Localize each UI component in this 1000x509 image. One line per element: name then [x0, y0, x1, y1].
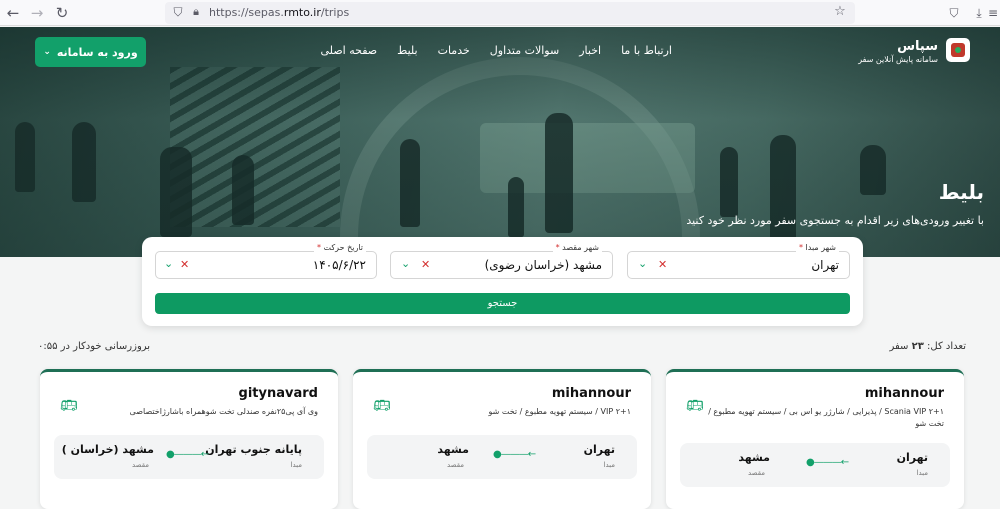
trip-route: تهران مبدا ●———← مشهد مقصد	[680, 443, 950, 487]
nav-item-faq[interactable]: سوالات متداول	[490, 44, 559, 57]
destination-city-label: شهر مقصد *	[552, 243, 602, 252]
search-form: شهر مبدا * تهران ✕ ⌄ شهر مقصد * مشهد (خر…	[142, 237, 863, 326]
auto-refresh-timer: بروزرسانی خودکار در ۰:۵۵	[38, 341, 151, 352]
trip-origin-label: مبدا	[603, 461, 615, 469]
trip-description: Scania VIP ۲+۱ / پذیرایی / شارژر یو اس ب…	[708, 407, 944, 428]
route-arrow-icon: ●———←	[806, 457, 849, 468]
departure-date-label: تاریخ حرکت *	[313, 243, 366, 252]
route-arrow-icon: ●———←	[166, 449, 209, 460]
trip-card[interactable]: mihannour 🚌︎ Scania VIP ۲+۱ / پذیرایی / …	[666, 369, 964, 509]
pocket-icon[interactable]: ⛉	[945, 4, 963, 22]
login-button-label: ورود به سامانه	[56, 45, 138, 59]
chevron-down-icon: ⌄	[43, 47, 51, 57]
trip-company: gitynavard	[238, 386, 318, 401]
trip-destination: مشهد	[738, 451, 770, 464]
clear-origin-icon[interactable]: ✕	[658, 258, 667, 271]
download-icon[interactable]: ⤓	[970, 4, 988, 22]
reload-icon[interactable]: ↻	[53, 4, 71, 22]
address-bar[interactable]: ⛉ 🔒︎ https://sepas.rmto.ir/trips ☆	[165, 2, 855, 24]
bookmark-star-icon[interactable]: ☆	[831, 3, 849, 21]
site-logo[interactable]	[946, 38, 970, 62]
trip-destination-label: مقصد	[747, 469, 765, 477]
nav-item-home[interactable]: صفحه اصلی	[321, 44, 378, 57]
departure-date-picker[interactable]: تاریخ حرکت * ۱۴۰۵/۶/۲۲ ✕ ⌄	[155, 243, 377, 279]
nav-item-ticket[interactable]: بلیط	[397, 44, 417, 57]
trip-destination-label: مقصد	[131, 461, 149, 469]
brand-subtitle: سامانه پایش آنلاین سفر	[858, 55, 938, 64]
nav-item-news[interactable]: اخبار	[579, 44, 601, 57]
trip-description: VIP ۲+۱ / سیستم تهویه مطبوع / تخت شو	[488, 407, 632, 416]
back-arrow-icon[interactable]: ←	[4, 4, 22, 22]
url-domain: rmto.ir	[283, 6, 321, 19]
result-count-value: ۲۳	[911, 341, 924, 352]
trip-origin-label: مبدا	[290, 461, 302, 469]
chevron-down-icon[interactable]: ⌄	[164, 257, 173, 270]
destination-label-text: شهر مقصد	[562, 243, 599, 252]
required-mark: *	[798, 243, 803, 252]
login-button[interactable]: ورود به سامانه ⌄	[35, 37, 146, 67]
url-path: /trips	[320, 6, 350, 19]
route-arrow-icon: ●———←	[493, 449, 536, 460]
url-prefix: https://sepas.	[209, 6, 284, 19]
trip-description: وی آی پی۲۵نفره صندلی تخت شوهمراه باشارژا…	[129, 407, 318, 416]
url-text: https://sepas.rmto.ir/trips	[209, 6, 349, 19]
trip-card[interactable]: gitynavard 🚌︎ وی آی پی۲۵نفره صندلی تخت ش…	[40, 369, 338, 509]
trip-company: mihannour	[864, 386, 944, 401]
search-button[interactable]: جستجو	[155, 293, 850, 314]
origin-city-value: تهران	[811, 258, 839, 272]
menu-icon[interactable]: ≡	[987, 4, 999, 22]
clear-destination-icon[interactable]: ✕	[421, 258, 430, 271]
required-mark: *	[316, 243, 321, 252]
chevron-down-icon[interactable]: ⌄	[401, 257, 410, 270]
trip-origin: پایانه جنوب تهران	[205, 443, 302, 456]
result-count: تعداد کل: ۲۳ سفر	[889, 341, 966, 352]
shield-icon[interactable]: ⛉	[169, 3, 187, 21]
clear-date-icon[interactable]: ✕	[180, 258, 189, 271]
main-navigation: صفحه اصلی بلیط خدمات سوالات متداول اخبار…	[321, 44, 672, 57]
chevron-down-icon[interactable]: ⌄	[638, 257, 647, 270]
trip-origin-label: مبدا	[916, 469, 928, 477]
result-count-suffix: سفر	[889, 341, 909, 352]
brand-title: سپاس	[897, 39, 938, 54]
forward-arrow-icon[interactable]: →	[28, 4, 46, 22]
destination-city-select[interactable]: شهر مقصد * مشهد (خراسان رضوی) ✕ ⌄	[390, 243, 613, 279]
origin-city-select[interactable]: شهر مبدا * تهران ✕ ⌄	[627, 243, 850, 279]
destination-city-value: مشهد (خراسان رضوی)	[484, 258, 602, 272]
trip-card[interactable]: mihannour 🚌︎ VIP ۲+۱ / سیستم تهویه مطبوع…	[353, 369, 651, 509]
trip-destination-label: مقصد	[446, 461, 464, 469]
trip-origin: تهران	[583, 443, 615, 456]
page-subtitle: با تغییر ورودی‌های زیر اقدام به جستجوی س…	[686, 214, 984, 227]
result-count-prefix: تعداد کل:	[927, 341, 966, 352]
page-title: بلیط	[938, 180, 984, 204]
trip-route: تهران مبدا ●———← مشهد مقصد	[367, 435, 637, 479]
trip-destination: مشهد (خراسان )	[61, 443, 154, 456]
nav-item-contact[interactable]: ارتباط با ما	[621, 44, 672, 57]
trip-route: پایانه جنوب تهران مبدا ●———← مشهد (خراسا…	[54, 435, 324, 479]
browser-toolbar: ← → ↻ ⛉ 🔒︎ https://sepas.rmto.ir/trips ☆…	[0, 0, 1000, 26]
nav-item-services[interactable]: خدمات	[438, 44, 470, 57]
logo-mark-icon	[951, 43, 965, 57]
lock-icon[interactable]: 🔒︎	[187, 3, 205, 21]
origin-city-label: شهر مبدا *	[795, 243, 839, 252]
departure-date-value: ۱۴۰۵/۶/۲۲	[312, 258, 366, 272]
trip-destination: مشهد	[437, 443, 469, 456]
required-mark: *	[555, 243, 560, 252]
origin-label-text: شهر مبدا	[805, 243, 836, 252]
trip-company: mihannour	[551, 386, 631, 401]
date-label-text: تاریخ حرکت	[323, 243, 363, 252]
trip-origin: تهران	[896, 451, 928, 464]
